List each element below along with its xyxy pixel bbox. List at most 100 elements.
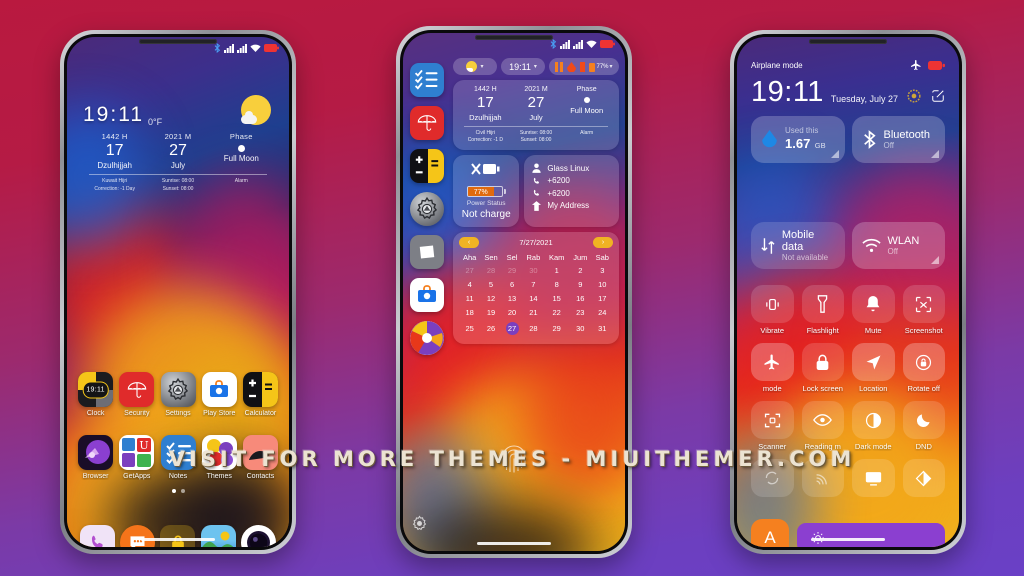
calendar-day-cell[interactable]: 19 bbox=[480, 306, 501, 320]
toggle-vibrate[interactable]: Vibrate bbox=[751, 285, 794, 335]
toggle-lock-screen[interactable]: Lock screen bbox=[801, 343, 844, 393]
calendar-day-cell[interactable]: 29 bbox=[502, 264, 523, 278]
calendar-day-cell[interactable]: 14 bbox=[522, 292, 544, 306]
phone-2-divider bbox=[464, 125, 608, 127]
calendar-day-cell[interactable]: 18 bbox=[459, 306, 480, 320]
calendar-day-cell[interactable]: 11 bbox=[459, 292, 480, 306]
sidebar-item-settings[interactable] bbox=[410, 192, 444, 226]
phone-3-home-indicator[interactable] bbox=[811, 538, 885, 541]
calendar-day-cell[interactable]: 3 bbox=[592, 264, 613, 278]
sidebar-item-play-store[interactable] bbox=[410, 278, 444, 312]
toggle-flashlight[interactable]: Flashlight bbox=[801, 285, 844, 335]
tile-wlan[interactable]: WLAN Off bbox=[851, 222, 945, 269]
calendar-day-cell[interactable]: 25 bbox=[459, 320, 480, 338]
calendar-day-cell[interactable]: 28 bbox=[480, 264, 501, 278]
phone-3-time: 19:11 bbox=[751, 76, 824, 108]
calendar-day-cell[interactable]: 10 bbox=[592, 278, 613, 292]
calendar-day-cell[interactable]: 2 bbox=[569, 264, 592, 278]
calendar-day-cell[interactable]: 27 bbox=[502, 320, 523, 338]
calendar-day-cell[interactable]: 21 bbox=[522, 306, 544, 320]
sidebar-item-chrome[interactable] bbox=[410, 321, 444, 355]
calendar-prev-button[interactable]: ‹ bbox=[459, 236, 479, 248]
phone-3: Airplane mode 19:11 Tuesday, July 27 Use… bbox=[730, 30, 966, 554]
phone-icon[interactable] bbox=[79, 525, 115, 547]
calendar-day-cell[interactable]: 9 bbox=[569, 278, 592, 292]
phone-3-bottom-row: A bbox=[737, 519, 959, 547]
camera-icon[interactable] bbox=[241, 525, 277, 547]
calendar-week-row: 4 5 6 7 8 9 10 bbox=[459, 278, 613, 292]
tile-data-usage[interactable]: Used this 1.67 GB bbox=[751, 116, 845, 163]
phone-2-home-indicator[interactable] bbox=[477, 542, 551, 545]
calendar-day-cell[interactable]: 26 bbox=[480, 320, 501, 338]
lock-icon[interactable] bbox=[160, 525, 196, 547]
toggle-rotate-off[interactable]: Rotate off bbox=[902, 343, 945, 393]
calendar-day-cell[interactable]: 12 bbox=[480, 292, 501, 306]
gear-icon[interactable] bbox=[411, 515, 428, 537]
tile-bluetooth[interactable]: Bluetooth Off bbox=[851, 116, 945, 163]
calendar-day-cell[interactable]: 4 bbox=[459, 278, 480, 292]
message-icon[interactable] bbox=[120, 525, 156, 547]
brightness-slider[interactable] bbox=[797, 523, 945, 547]
sidebar-item-calculator[interactable] bbox=[410, 149, 444, 183]
signal-sim1-icon bbox=[224, 43, 234, 53]
phone-2-power-card[interactable]: 77% Power Status Not charge bbox=[453, 154, 520, 227]
phone-2-pill-row: ▾ 19:11 ▾ 77% ▾ bbox=[453, 58, 619, 75]
phone-1-time: 19:11 bbox=[83, 103, 144, 126]
calendar-day-cell[interactable]: 15 bbox=[544, 292, 569, 306]
toggle-screenshot[interactable]: Screenshot bbox=[902, 285, 945, 335]
phone-1-home-indicator[interactable] bbox=[141, 538, 215, 541]
toggle-reading-mode[interactable]: Reading m bbox=[801, 401, 844, 451]
phone-3-toggle-grid: Vibrate Flashlight Mute Screenshot mode … bbox=[737, 285, 959, 508]
edit-icon[interactable] bbox=[931, 89, 945, 103]
phone-2-contact-card[interactable]: Glass Linux +6200 +6200 My Address bbox=[524, 154, 619, 227]
calendar-day-cell[interactable]: 6 bbox=[502, 278, 523, 292]
calendar-day-cell[interactable]: 29 bbox=[544, 320, 569, 338]
phone-3-date: Tuesday, July 27 bbox=[830, 94, 898, 104]
calendar-day-cell[interactable]: 30 bbox=[569, 320, 592, 338]
calendar-day-cell[interactable]: 16 bbox=[569, 292, 592, 306]
app-settings[interactable]: Settings bbox=[157, 372, 198, 417]
calendar-day-cell[interactable]: 30 bbox=[522, 264, 544, 278]
toggle-mute[interactable]: Mute bbox=[852, 285, 895, 335]
calendar-day-cell[interactable]: 1 bbox=[544, 264, 569, 278]
toggle-dark-mode[interactable]: Dark mode bbox=[852, 401, 895, 451]
phone-1-clock-widget: 19:11 0°F 1442 H 17 Dzulhijjah 2021 M 27… bbox=[67, 93, 289, 193]
sidebar-item-notes[interactable] bbox=[410, 63, 444, 97]
calendar-next-button[interactable]: › bbox=[593, 236, 613, 248]
toggle-location[interactable]: Location bbox=[852, 343, 895, 393]
calendar-day-cell[interactable]: 5 bbox=[480, 278, 501, 292]
phone-2-calendar-widget: ‹ 7/27/2021 › Aha Sen Sel Rab Kam Jum Sa… bbox=[453, 231, 619, 344]
tile-data-usage-value: 1.67 bbox=[785, 136, 811, 151]
app-security[interactable]: Security bbox=[116, 372, 157, 417]
calendar-day-cell[interactable]: 23 bbox=[569, 306, 592, 320]
calendar-day-cell[interactable]: 22 bbox=[544, 306, 569, 320]
gallery-icon[interactable] bbox=[200, 525, 236, 547]
app-play-store[interactable]: Play Store bbox=[199, 372, 240, 417]
calendar-day-cell[interactable]: 27 bbox=[459, 264, 480, 278]
toggle-airplane-mode[interactable]: mode bbox=[751, 343, 794, 393]
calendar-day-cell[interactable]: 31 bbox=[592, 320, 613, 338]
tile-mobile-data[interactable]: Mobile data Not available bbox=[751, 222, 845, 269]
phone-2-greg-month: July bbox=[529, 112, 543, 122]
calendar-day-cell[interactable]: 28 bbox=[522, 320, 544, 338]
settings-gear-icon[interactable] bbox=[907, 89, 921, 103]
toggle-dnd[interactable]: DND bbox=[902, 401, 945, 451]
phone-1-gregorian-column: 2021 M 27 July bbox=[146, 132, 209, 170]
toggles-pill[interactable]: 77% ▾ bbox=[549, 58, 619, 75]
calendar-day-cell[interactable]: 17 bbox=[592, 292, 613, 306]
font-size-button[interactable]: A bbox=[751, 519, 789, 547]
app-clock[interactable]: 19:11 Clock bbox=[75, 372, 116, 417]
calendar-day-cell[interactable]: 8 bbox=[544, 278, 569, 292]
sidebar-item-security[interactable] bbox=[410, 106, 444, 140]
calendar-day-cell[interactable]: 7 bbox=[522, 278, 544, 292]
calendar-day-cell[interactable]: 24 bbox=[592, 306, 613, 320]
toggle-scanner[interactable]: Scanner bbox=[751, 401, 794, 451]
app-calculator[interactable]: Calculator bbox=[240, 372, 281, 417]
contact-address: My Address bbox=[547, 201, 590, 210]
sidebar-item-file-manager[interactable] bbox=[410, 235, 444, 269]
time-pill[interactable]: 19:11 ▾ bbox=[501, 58, 545, 75]
calendar-day-cell[interactable]: 20 bbox=[502, 306, 523, 320]
calendar-day-cell[interactable]: 13 bbox=[502, 292, 523, 306]
weather-pill[interactable]: ▾ bbox=[453, 58, 497, 75]
tile-mobile-data-sub: Not available bbox=[781, 253, 829, 262]
